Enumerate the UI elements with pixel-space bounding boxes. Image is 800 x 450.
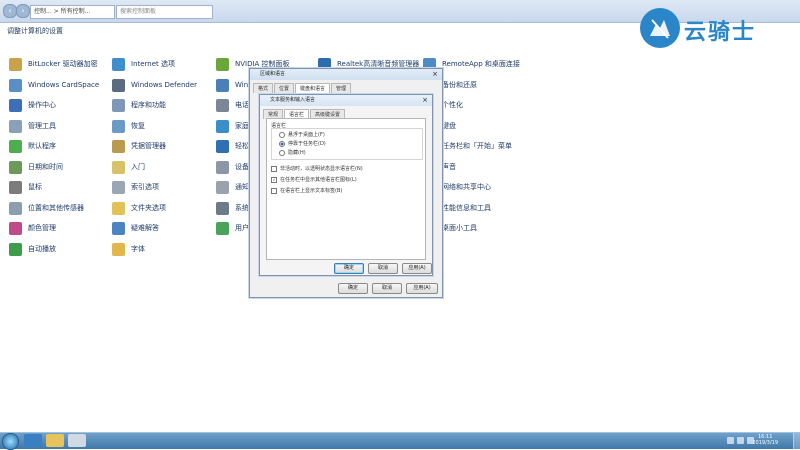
default-programs-icon bbox=[9, 139, 22, 153]
checkbox[interactable]: ✓ bbox=[271, 176, 277, 183]
cp-item-admin-tools[interactable]: 管理工具 bbox=[9, 118, 56, 134]
cp-item-fonts[interactable]: 字体 bbox=[112, 241, 145, 257]
device-manager-icon bbox=[216, 160, 229, 174]
windows-icon bbox=[216, 78, 229, 92]
cp-item-action-center[interactable]: 操作中心 bbox=[9, 97, 56, 113]
globe-icon bbox=[112, 57, 125, 71]
search-input[interactable]: 搜索控制面板 bbox=[116, 5, 213, 19]
clock-date: 2019/3/19 bbox=[752, 440, 778, 446]
text-services-cancel-button[interactable]: 取消 bbox=[368, 263, 398, 274]
radio-hidden[interactable]: 隐藏(H) bbox=[279, 149, 306, 156]
start-button[interactable] bbox=[2, 433, 19, 450]
phone-icon bbox=[216, 98, 229, 112]
credential-icon bbox=[112, 139, 125, 153]
folder-icon bbox=[112, 201, 125, 215]
color-icon bbox=[9, 221, 22, 235]
cp-item-internet-options[interactable]: Internet 选项 bbox=[112, 56, 175, 72]
close-icon[interactable]: × bbox=[422, 95, 428, 105]
checkbox[interactable] bbox=[271, 187, 277, 194]
tab-formats[interactable]: 格式 bbox=[253, 83, 274, 93]
cp-item-color-management[interactable]: 颜色管理 bbox=[9, 220, 56, 236]
text-services-ok-button[interactable]: 确定 bbox=[334, 263, 364, 274]
system-clock[interactable]: 16:11 2019/3/19 bbox=[752, 434, 778, 446]
region-apply-button[interactable]: 应用(A) bbox=[406, 283, 438, 294]
checkbox-transparent[interactable]: 非活动时，以透明状态显示语言栏(N) bbox=[271, 165, 363, 172]
cp-item-defender[interactable]: Windows Defender bbox=[112, 77, 197, 93]
recovery-icon bbox=[112, 119, 125, 133]
programs-icon bbox=[112, 98, 125, 112]
text-services-title: 文本服务和输入语言 bbox=[260, 95, 432, 106]
mouse-icon bbox=[9, 180, 22, 194]
close-icon[interactable]: × bbox=[432, 69, 438, 79]
taskbar: 16:11 2019/3/19 bbox=[0, 432, 800, 450]
checkbox-text-labels[interactable]: 在语言栏上显示文本标签(B) bbox=[271, 187, 342, 194]
user-accounts-icon bbox=[216, 221, 229, 235]
cp-item-bitlocker[interactable]: BitLocker 驱动器加密 bbox=[9, 56, 98, 72]
cp-item-mouse[interactable]: 鼠标 bbox=[9, 179, 42, 195]
radio-button[interactable] bbox=[279, 140, 285, 147]
cp-item-folder-options[interactable]: 文件夹选项 bbox=[112, 200, 166, 216]
tab-administrative[interactable]: 管理 bbox=[331, 83, 352, 93]
address-bar: ‹ › 控制... > 所有控制... 搜索控制面板 bbox=[0, 0, 800, 23]
cp-item-indexing[interactable]: 索引选项 bbox=[112, 179, 159, 195]
system-icon bbox=[216, 201, 229, 215]
cp-item-recovery[interactable]: 恢复 bbox=[112, 118, 145, 134]
region-dialog-title: 区域和语言 bbox=[250, 69, 442, 80]
text-services-dialog: 文本服务和输入语言 × 常规 语言栏 高级键设置 语言栏 悬浮于桌面上(F) 停… bbox=[259, 94, 433, 276]
clock-icon bbox=[9, 160, 22, 174]
flag-tray-icon[interactable] bbox=[727, 437, 734, 444]
tab-keyboards-languages[interactable]: 键盘和语言 bbox=[295, 83, 331, 93]
text-services-apply-button[interactable]: 应用(A) bbox=[402, 263, 432, 274]
show-desktop-button[interactable] bbox=[793, 433, 800, 449]
homegroup-icon bbox=[216, 119, 229, 133]
nvidia-icon bbox=[216, 57, 229, 71]
defender-icon bbox=[112, 78, 125, 92]
cp-item-troubleshooting[interactable]: 疑难解答 bbox=[112, 220, 159, 236]
region-ok-button[interactable]: 确定 bbox=[338, 283, 368, 294]
card-icon bbox=[9, 78, 22, 92]
network-tray-icon[interactable] bbox=[737, 437, 744, 444]
cp-item-cardspace[interactable]: Windows CardSpace bbox=[9, 77, 99, 93]
back-icon[interactable]: ‹ bbox=[3, 4, 17, 18]
page-title: 调整计算机的设置 bbox=[7, 27, 63, 35]
flag-icon bbox=[9, 98, 22, 112]
cp-item-programs[interactable]: 程序和功能 bbox=[112, 97, 166, 113]
sensor-icon bbox=[9, 201, 22, 215]
cp-item-system[interactable]: 系统 bbox=[216, 200, 249, 216]
knight-logo-icon bbox=[640, 8, 680, 48]
troubleshoot-icon bbox=[112, 221, 125, 235]
radio-docked-taskbar[interactable]: 停靠于任务栏(D) bbox=[279, 140, 326, 147]
cp-item-default-programs[interactable]: 默认程序 bbox=[9, 138, 56, 154]
radio-button[interactable] bbox=[279, 131, 285, 138]
cp-item-sensors[interactable]: 位置和其他传感器 bbox=[9, 200, 84, 216]
cp-item-date-time[interactable]: 日期和时间 bbox=[9, 159, 63, 175]
notification-icon bbox=[216, 180, 229, 194]
region-cancel-button[interactable]: 取消 bbox=[372, 283, 402, 294]
key-icon bbox=[9, 57, 22, 71]
ease-of-access-icon bbox=[216, 139, 229, 153]
checkbox-extra-icons[interactable]: ✓ 在任务栏中显示其他语言栏图标(L) bbox=[271, 176, 357, 183]
fonts-icon bbox=[112, 242, 125, 256]
autoplay-icon bbox=[9, 242, 22, 256]
forward-icon[interactable]: › bbox=[16, 4, 30, 18]
breadcrumb[interactable]: 控制... > 所有控制... bbox=[30, 5, 115, 19]
cp-item-autoplay[interactable]: 自动播放 bbox=[9, 241, 56, 257]
radio-floating[interactable]: 悬浮于桌面上(F) bbox=[279, 131, 325, 138]
explorer-taskbar-icon[interactable] bbox=[46, 434, 64, 447]
checkbox[interactable] bbox=[271, 165, 277, 172]
logo-text: 云骑士 bbox=[684, 19, 757, 45]
cp-item-getting-started[interactable]: 入门 bbox=[112, 159, 145, 175]
tools-icon bbox=[9, 119, 22, 133]
ie-taskbar-icon[interactable] bbox=[24, 434, 42, 447]
control-panel-taskbar-icon[interactable] bbox=[68, 434, 86, 447]
radio-button[interactable] bbox=[279, 149, 285, 156]
tab-location[interactable]: 位置 bbox=[274, 83, 295, 93]
getting-started-icon bbox=[112, 160, 125, 174]
cp-item-credential-manager[interactable]: 凭据管理器 bbox=[112, 138, 166, 154]
language-bar-panel: 语言栏 悬浮于桌面上(F) 停靠于任务栏(D) 隐藏(H) 非活动时，以透明状态… bbox=[266, 118, 426, 260]
indexing-icon bbox=[112, 180, 125, 194]
